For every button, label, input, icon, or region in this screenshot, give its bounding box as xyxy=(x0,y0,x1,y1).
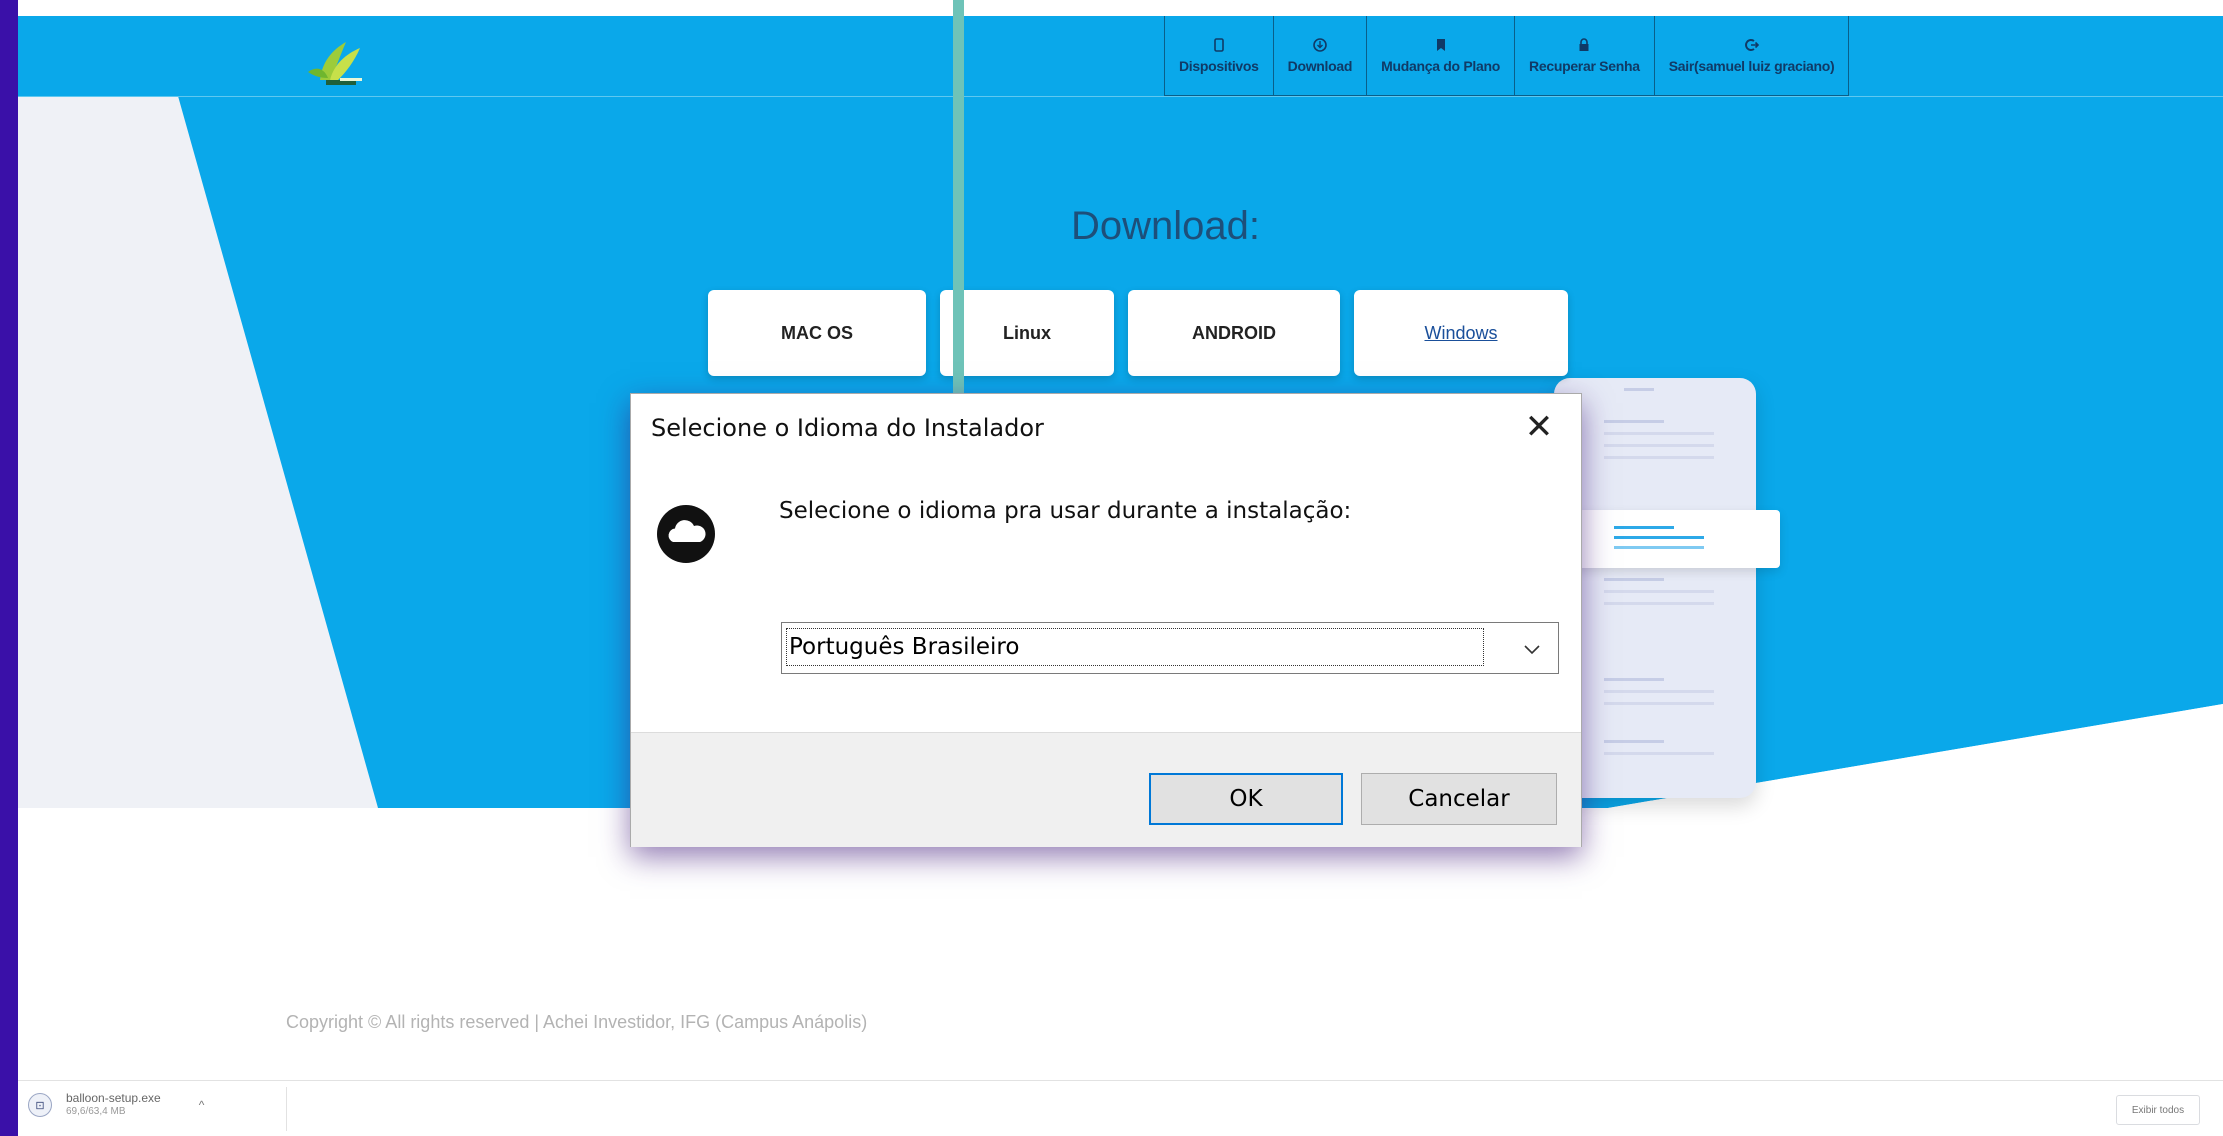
macos-button[interactable]: MAC OS xyxy=(708,290,926,376)
nav-label: Download xyxy=(1287,58,1353,74)
logout-icon xyxy=(1744,39,1759,51)
download-item[interactable]: ⊡ balloon-setup.exe 69,6/63,4 MB ^ xyxy=(28,1091,204,1119)
leaf-logo-icon[interactable] xyxy=(300,34,380,90)
close-icon[interactable]: ✕ xyxy=(1509,402,1569,452)
installer-language-dialog: Selecione o Idioma do Instalador ✕ Selec… xyxy=(630,393,1582,847)
nav-label: Dispositivos xyxy=(1179,58,1259,74)
phone-card-lines xyxy=(1614,526,1704,549)
windows-button[interactable]: Windows xyxy=(1354,290,1568,376)
download-heading: Download: xyxy=(1070,204,1260,248)
dialog-title: Selecione o Idioma do Instalador xyxy=(651,414,1044,442)
dialog-footer: OK Cancelar xyxy=(631,732,1581,847)
copyright-text: Copyright © All rights reserved | Achei … xyxy=(286,1012,868,1032)
smartphone-icon xyxy=(1214,38,1224,52)
chevron-up-icon[interactable]: ^ xyxy=(199,1098,205,1112)
language-select[interactable]: Português Brasileiro xyxy=(781,622,1559,674)
nav-label: Mudança do Plano xyxy=(1381,58,1501,74)
download-file-size: 69,6/63,4 MB xyxy=(66,1106,126,1117)
nav-label: Sair(samuel luiz graciano) xyxy=(1668,58,1835,74)
nav-item-recuperar-senha[interactable]: Recuperar Senha xyxy=(1515,16,1655,96)
nav-item-dispositivos[interactable]: Dispositivos xyxy=(1165,16,1274,96)
top-navigation-bar: Dispositivos Download Mudança do Plano R… xyxy=(18,16,2223,97)
nav-label: Recuperar Senha xyxy=(1529,58,1640,74)
phone-content-lines xyxy=(1604,388,1714,755)
downloads-bar: ⊡ balloon-setup.exe 69,6/63,4 MB ^ Exibi… xyxy=(18,1080,2223,1136)
lock-icon xyxy=(1579,38,1589,51)
nav-item-download[interactable]: Download xyxy=(1274,16,1368,96)
downloads-divider xyxy=(286,1087,287,1131)
language-select-value: Português Brasileiro xyxy=(786,628,1484,666)
download-item-text: balloon-setup.exe 69,6/63,4 MB xyxy=(66,1091,161,1119)
download-file-name: balloon-setup.exe xyxy=(66,1091,161,1105)
ok-button[interactable]: OK xyxy=(1149,773,1343,825)
bookmark-icon xyxy=(1436,39,1445,51)
cancel-button[interactable]: Cancelar xyxy=(1361,773,1557,825)
nav-item-mudanca-do-plano[interactable]: Mudança do Plano xyxy=(1367,16,1516,96)
main-nav: Dispositivos Download Mudança do Plano R… xyxy=(1164,16,1850,96)
chevron-down-icon[interactable] xyxy=(1520,637,1544,661)
linux-button[interactable]: Linux xyxy=(940,290,1114,376)
cloud-icon xyxy=(657,505,715,563)
download-icon xyxy=(1313,38,1327,52)
show-all-button[interactable]: Exibir todos xyxy=(2116,1095,2200,1125)
dialog-prompt: Selecione o idioma pra usar durante a in… xyxy=(779,498,1352,524)
android-button[interactable]: ANDROID xyxy=(1128,290,1340,376)
nav-item-sair[interactable]: Sair(samuel luiz graciano) xyxy=(1655,16,1849,96)
installer-file-icon: ⊡ xyxy=(28,1093,52,1117)
